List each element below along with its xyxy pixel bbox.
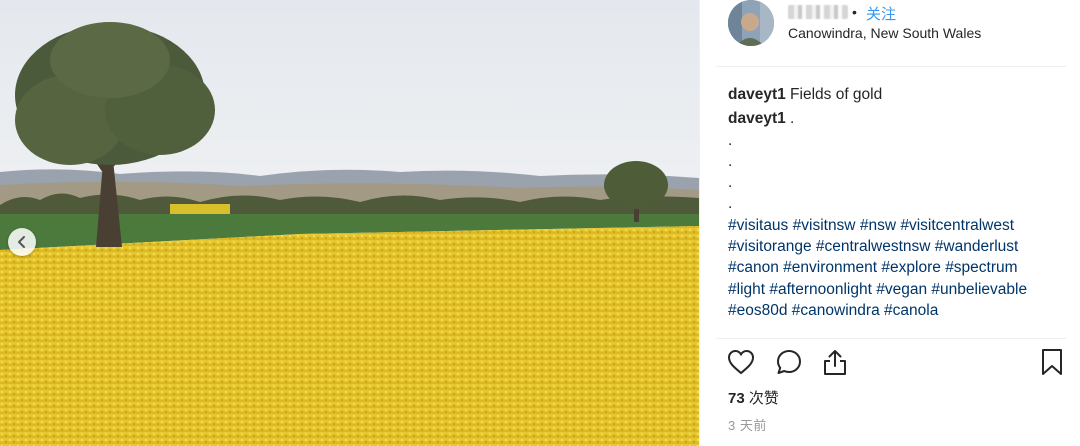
likes-suffix: 次赞 xyxy=(748,390,779,407)
hashtag-link[interactable]: #environment xyxy=(783,259,877,276)
dot-line: . xyxy=(728,195,733,213)
likes-number: 73 xyxy=(728,390,745,407)
caption-text: Fields of gold xyxy=(790,86,883,103)
bookmark-icon xyxy=(1042,349,1062,375)
heart-icon xyxy=(727,349,755,375)
post-header: • 关注 Canowindra, New South Wales xyxy=(700,0,1080,64)
action-bar xyxy=(726,347,1066,377)
hashtag-link[interactable]: #nsw xyxy=(860,217,896,234)
hashtag-line: #visitaus #visitnsw #nsw #visitcentralwe… xyxy=(728,215,1068,236)
caption-line: daveyt1 Fields of gold xyxy=(728,84,1068,105)
post-photo[interactable] xyxy=(0,0,699,446)
follow-button[interactable]: 关注 xyxy=(866,3,896,24)
avatar[interactable] xyxy=(728,0,774,46)
save-button[interactable] xyxy=(1037,347,1067,377)
hashtag-link[interactable]: #visitorange xyxy=(728,238,812,255)
divider xyxy=(716,66,1066,67)
dot-line: . xyxy=(728,174,733,192)
comment-line: daveyt1 . xyxy=(728,108,1068,129)
hashtag-link[interactable]: #explore xyxy=(881,259,940,276)
hashtag-link[interactable]: #visitaus xyxy=(728,217,788,234)
hashtag-line: #eos80d #canowindra #canola xyxy=(728,300,1068,321)
hashtag-link[interactable]: #wanderlust xyxy=(935,238,1019,255)
hashtag-link[interactable]: #visitnsw xyxy=(793,217,856,234)
hashtag-list: #visitaus #visitnsw #nsw #visitcentralwe… xyxy=(728,215,1068,321)
avatar-image xyxy=(728,0,774,46)
caption-username[interactable]: daveyt1 xyxy=(728,86,786,103)
canola-field-image xyxy=(0,0,699,446)
post-timestamp[interactable]: 3 天前 xyxy=(728,415,767,434)
hashtag-link[interactable]: #light xyxy=(728,281,765,298)
hashtag-link[interactable]: #unbelievable xyxy=(931,281,1027,298)
like-button[interactable] xyxy=(726,347,756,377)
hashtag-line: #visitorange #centralwestnsw #wanderlust xyxy=(728,236,1068,257)
previous-photo-button[interactable] xyxy=(8,228,36,256)
post-details-panel: • 关注 Canowindra, New South Wales daveyt1… xyxy=(699,0,1080,446)
hashtag-link[interactable]: #visitcentralwest xyxy=(900,217,1014,234)
hashtag-link[interactable]: #vegan xyxy=(876,281,927,298)
dot-line: . xyxy=(728,131,733,149)
hashtag-link[interactable]: #spectrum xyxy=(945,259,1017,276)
hashtag-link[interactable]: #centralwestnsw xyxy=(816,238,931,255)
hashtag-line: #light #afternoonlight #vegan #unbelieva… xyxy=(728,279,1068,300)
chevron-left-icon xyxy=(18,236,25,248)
hashtag-link[interactable]: #canola xyxy=(884,302,938,319)
comment-username[interactable]: daveyt1 xyxy=(728,110,786,127)
hashtag-link[interactable]: #canowindra xyxy=(792,302,880,319)
comment-text: . xyxy=(790,110,795,128)
username-blurred[interactable] xyxy=(788,5,848,19)
comment-bubble-icon xyxy=(777,350,801,374)
hashtag-line: #canon #environment #explore #spectrum xyxy=(728,257,1068,278)
follow-separator: • xyxy=(852,4,857,20)
caption: daveyt1 Fields of gold daveyt1 . . . . .… xyxy=(728,84,1068,338)
hashtag-link[interactable]: #eos80d xyxy=(728,302,787,319)
share-icon xyxy=(824,350,846,375)
dot-line: . xyxy=(728,152,733,170)
divider xyxy=(716,338,1066,339)
location-link[interactable]: Canowindra, New South Wales xyxy=(788,25,981,41)
likes-count[interactable]: 73 次赞 xyxy=(728,387,779,408)
hashtag-link[interactable]: #afternoonlight xyxy=(769,281,872,298)
share-button[interactable] xyxy=(820,347,850,377)
hashtag-link[interactable]: #canon xyxy=(728,259,779,276)
comment-button[interactable] xyxy=(774,347,804,377)
